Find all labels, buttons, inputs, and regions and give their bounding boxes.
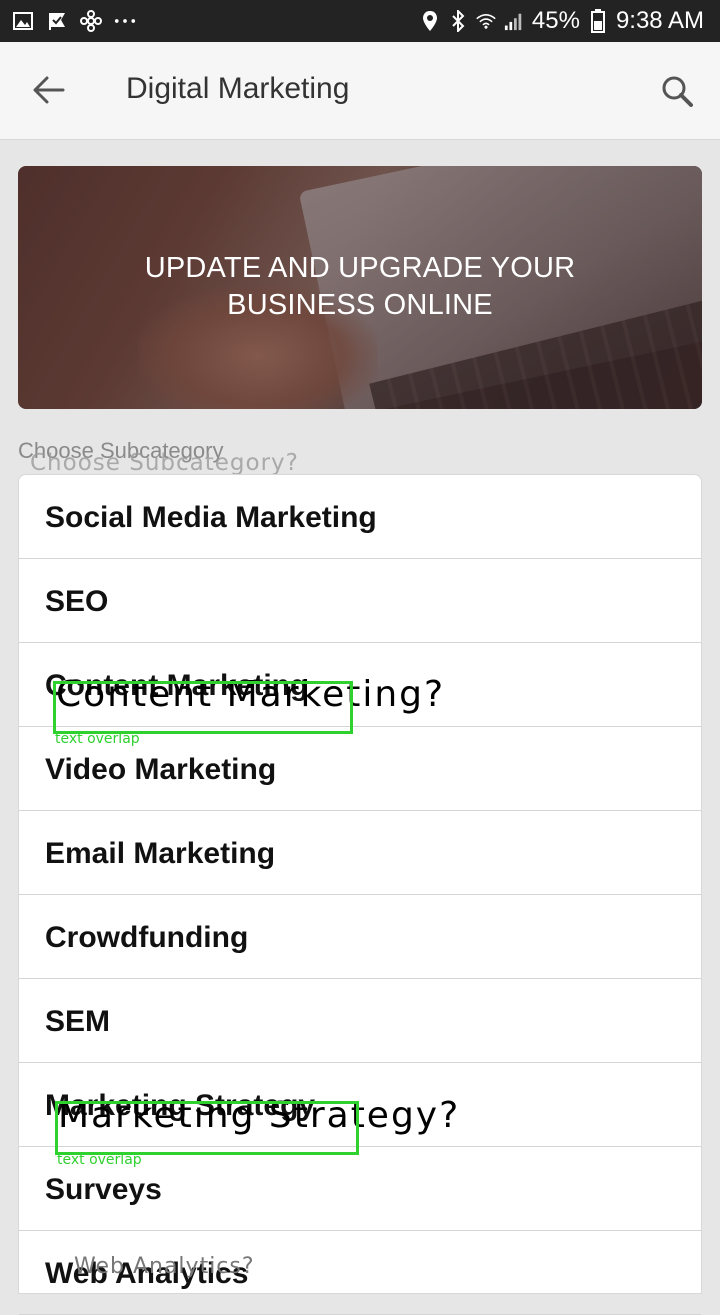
banner-headline-line2: BUSINESS ONLINE [227,289,493,321]
banner-headline-line1: UPDATE AND UPGRADE YOUR [144,252,576,284]
battery-percent: 45% [531,7,580,34]
page-title: Digital Marketing [126,72,350,105]
app-bar: Digital Marketing [0,42,720,140]
list-item[interactable]: Crowdfunding [19,895,701,979]
list-item-label: Video Marketing [45,753,277,786]
wifi-icon [476,10,496,32]
clock: 9:38 AM [615,7,704,34]
promo-banner[interactable]: UPDATE AND UPGRADE YOUR BUSINESS ONLINE [18,166,702,409]
banner-headline: UPDATE AND UPGRADE YOUR BUSINESS ONLINE [18,250,702,324]
list-item[interactable]: Social Media Marketing [19,475,701,559]
status-bar: 45% 9:38 AM [0,0,720,42]
subcategory-list: Social Media Marketing SEO Content Marke… [18,474,702,1315]
arrow-left-icon [33,76,65,109]
image-icon [12,10,34,32]
signal-icon [504,10,524,32]
check-flag-icon [46,10,68,32]
fan-icon [80,10,102,32]
overlay-strategy-tag: text overlap [57,1152,142,1168]
list-item-label: SEO [45,585,109,618]
list-item[interactable]: SEM [19,979,701,1063]
list-item-label: Crowdfunding [45,921,249,954]
more-dots-icon [114,10,136,32]
list-item[interactable]: Email Marketing [19,811,701,895]
location-icon [420,10,440,32]
list-item-label: SEM [45,1005,111,1038]
list-item-label: Social Media Marketing [45,501,377,534]
list-item[interactable]: SEO [19,559,701,643]
battery-icon [588,9,608,33]
search-icon [661,75,693,112]
status-left [12,10,136,32]
back-button[interactable] [26,72,72,112]
status-right: 45% 9:38 AM [420,7,704,35]
list-item-label: Email Marketing [45,837,276,870]
overlay-content-box [53,681,353,734]
bluetooth-icon [448,10,468,32]
overlay-analytics-question: Web Analytics? [74,1254,255,1279]
overlay-choose-question: Choose Subcategory? [30,450,299,476]
overlay-content-tag: text overlap [55,731,140,747]
overlay-strategy-box [55,1101,359,1155]
search-button[interactable] [654,70,700,116]
list-item-label: Surveys [45,1173,162,1206]
